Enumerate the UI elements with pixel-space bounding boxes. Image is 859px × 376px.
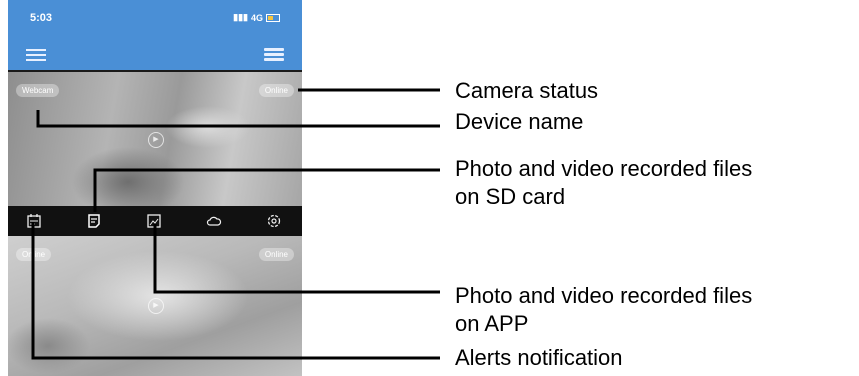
alerts-line <box>31 222 440 360</box>
callout-lines <box>31 88 440 360</box>
callout-camera-status: Camera status <box>455 78 599 103</box>
callout-sd-card-line2: on SD card <box>455 184 566 209</box>
callout-app-line1: Photo and video recorded files <box>455 283 753 308</box>
callout-device-name: Device name <box>455 109 584 134</box>
callout-alerts: Alerts notification <box>455 345 623 370</box>
app-files-line <box>153 224 440 294</box>
sd-card-line <box>93 168 440 212</box>
device-name-line <box>36 110 440 128</box>
callout-sd-card-line1: Photo and video recorded files <box>455 156 753 181</box>
callout-app-line2: on APP <box>455 311 529 336</box>
